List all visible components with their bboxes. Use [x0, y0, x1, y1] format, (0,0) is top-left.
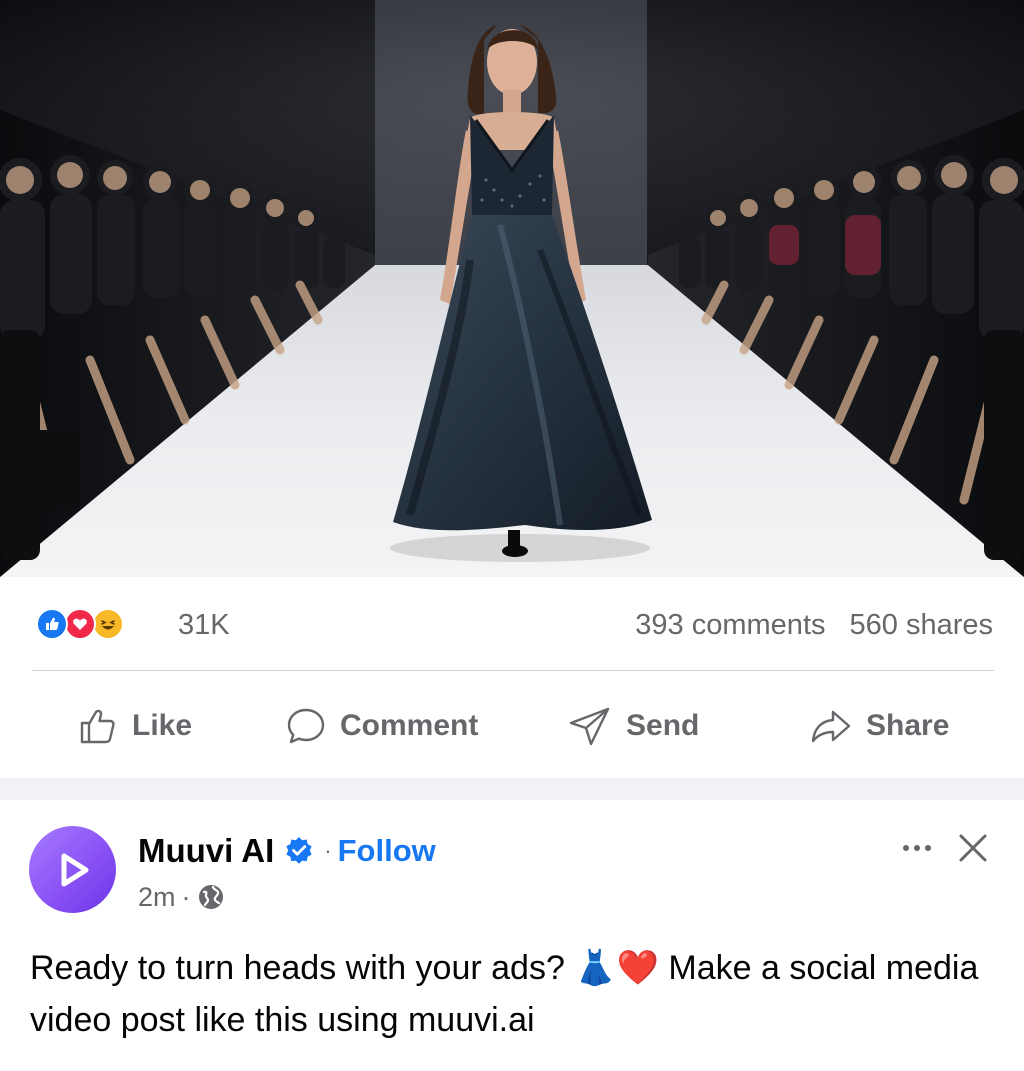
more-dot [914, 845, 920, 851]
post-image[interactable] [0, 0, 1024, 577]
comment-bubble-icon [287, 708, 325, 744]
runway-illustration [0, 0, 1024, 577]
share-count[interactable]: 560 shares [850, 608, 994, 642]
love-reaction-icon [64, 608, 96, 640]
verified-badge-icon [286, 837, 312, 864]
feed-separator [0, 778, 1024, 800]
thumbs-up-icon [80, 709, 115, 744]
send-label: Send [626, 709, 700, 742]
share-label: Share [866, 709, 950, 742]
author-name[interactable]: Muuvi AI [138, 832, 274, 870]
share-arrow-icon [811, 710, 851, 743]
separator-dot: · [324, 838, 332, 863]
post-actions: Like Comment Send Share [0, 671, 1024, 778]
more-dot [903, 845, 909, 851]
send-button[interactable]: Send [568, 706, 699, 746]
like-button[interactable]: Like [78, 706, 192, 746]
comment-count[interactable]: 393 comments [635, 608, 825, 642]
haha-reaction-icon [92, 608, 124, 640]
post-stats: 31K 393 comments 560 shares [0, 577, 1024, 670]
globe-icon[interactable] [197, 883, 225, 911]
post-caption: Ready to turn heads with your ads? 👗❤️ M… [30, 949, 979, 1039]
send-icon [569, 707, 610, 746]
more-options-icon[interactable] [895, 828, 939, 868]
like-label: Like [132, 709, 193, 742]
reaction-summary[interactable] [36, 607, 124, 641]
meta-separator: · [181, 881, 191, 912]
comment-button[interactable]: Comment [286, 706, 478, 746]
follow-button[interactable]: Follow [338, 833, 436, 869]
post-timestamp[interactable]: 2m [138, 882, 176, 913]
post-card: Muuvi AI · Follow 2m · Ready to turn hea… [0, 800, 1024, 1071]
more-dot [925, 845, 931, 851]
reaction-count[interactable]: 31K [178, 608, 230, 642]
like-reaction-icon [36, 608, 68, 640]
post-meta: 2m · [138, 880, 225, 914]
comment-label: Comment [340, 709, 479, 742]
play-icon [61, 853, 88, 886]
avatar[interactable] [29, 826, 116, 913]
share-button[interactable]: Share [810, 706, 949, 746]
close-icon[interactable] [955, 830, 991, 866]
